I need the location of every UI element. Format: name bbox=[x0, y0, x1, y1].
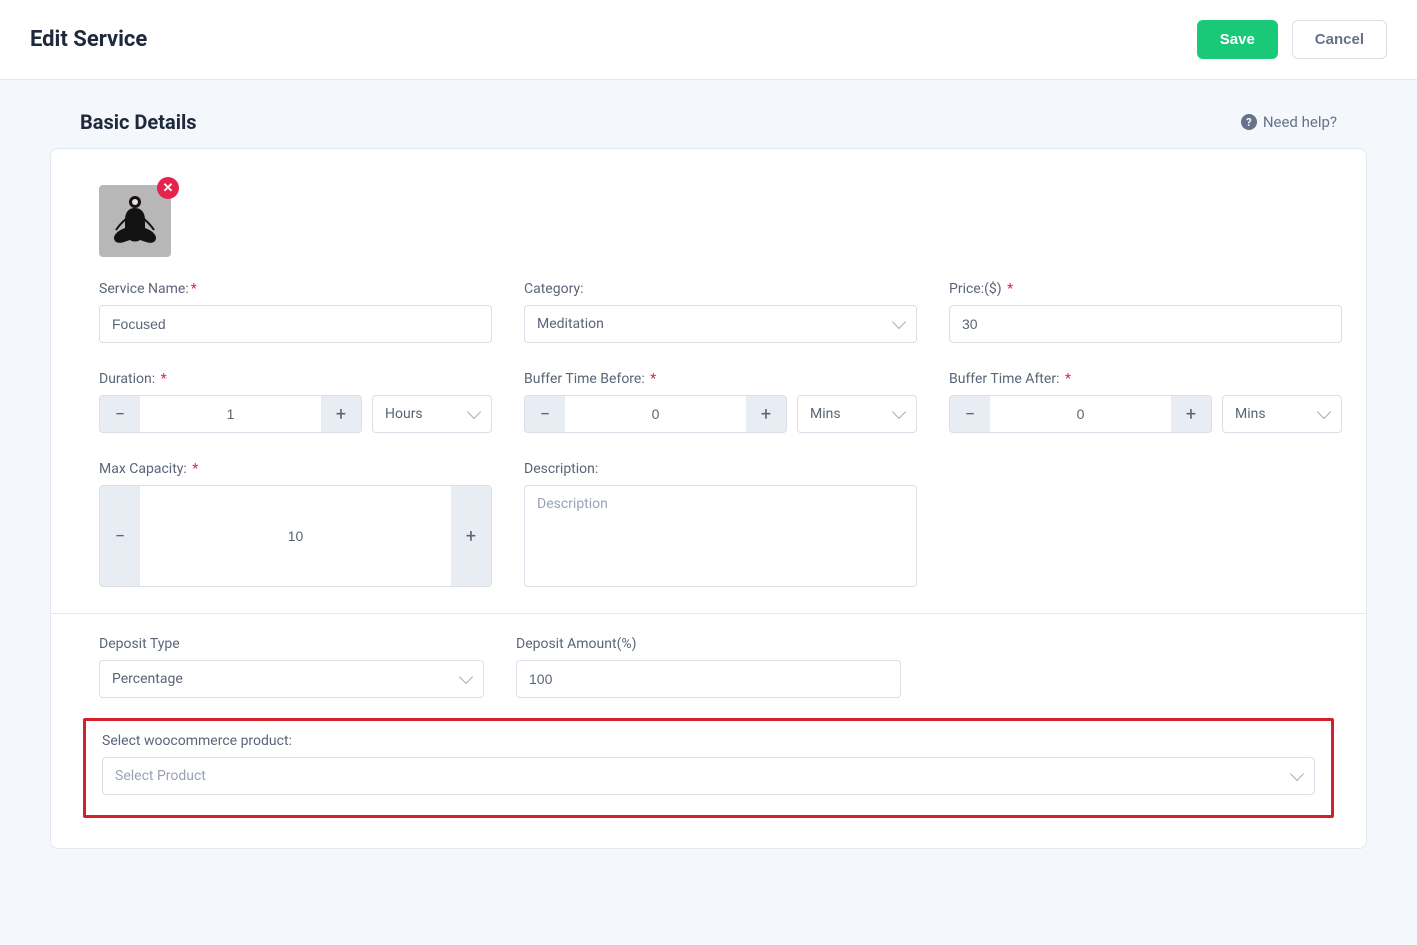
category-select[interactable]: Meditation bbox=[524, 305, 917, 343]
description-label: Description: bbox=[524, 461, 917, 477]
basic-details-card: ✕ Service Name:* Category: Meditation bbox=[50, 148, 1367, 849]
buffer-after-stepper: − + bbox=[949, 395, 1212, 433]
buffer-before-decrement[interactable]: − bbox=[525, 396, 565, 432]
deposit-amount-label: Deposit Amount(%) bbox=[516, 636, 901, 652]
chevron-down-icon bbox=[459, 670, 473, 684]
description-input[interactable] bbox=[524, 485, 917, 587]
service-image-wrap: ✕ bbox=[99, 185, 171, 257]
buffer-before-increment[interactable]: + bbox=[746, 396, 786, 432]
woocommerce-product-select[interactable]: Select Product bbox=[102, 757, 1315, 795]
save-button[interactable]: Save bbox=[1197, 20, 1278, 59]
duration-increment[interactable]: + bbox=[321, 396, 361, 432]
buffer-after-input[interactable] bbox=[990, 396, 1171, 432]
duration-label: Duration: * bbox=[99, 371, 492, 387]
duration-decrement[interactable]: − bbox=[100, 396, 140, 432]
chevron-down-icon bbox=[1290, 767, 1304, 781]
buffer-after-decrement[interactable]: − bbox=[950, 396, 990, 432]
help-icon: ? bbox=[1241, 114, 1257, 130]
buffer-before-unit-value: Mins bbox=[810, 406, 841, 422]
duration-unit-value: Hours bbox=[385, 406, 423, 422]
price-label: Price:($) * bbox=[949, 281, 1342, 297]
cancel-button[interactable]: Cancel bbox=[1292, 20, 1387, 59]
woocommerce-placeholder: Select Product bbox=[115, 768, 206, 784]
category-label: Category: bbox=[524, 281, 917, 297]
max-capacity-stepper: − + bbox=[99, 485, 492, 587]
buffer-after-unit-select[interactable]: Mins bbox=[1222, 395, 1342, 433]
deposit-type-label: Deposit Type bbox=[99, 636, 484, 652]
close-icon: ✕ bbox=[163, 181, 174, 196]
duration-stepper: − + bbox=[99, 395, 362, 433]
buffer-before-stepper: − + bbox=[524, 395, 787, 433]
max-capacity-decrement[interactable]: − bbox=[100, 486, 140, 586]
woocommerce-label: Select woocommerce product: bbox=[102, 733, 1315, 749]
service-name-input[interactable] bbox=[99, 305, 492, 343]
buffer-before-unit-select[interactable]: Mins bbox=[797, 395, 917, 433]
need-help-link[interactable]: ? Need help? bbox=[1241, 113, 1337, 131]
max-capacity-increment[interactable]: + bbox=[451, 486, 491, 586]
chevron-down-icon bbox=[892, 315, 906, 329]
buffer-after-label: Buffer Time After: * bbox=[949, 371, 1342, 387]
page-title: Edit Service bbox=[30, 27, 147, 52]
buffer-after-increment[interactable]: + bbox=[1171, 396, 1211, 432]
max-capacity-label: Max Capacity: * bbox=[99, 461, 492, 477]
service-name-label: Service Name:* bbox=[99, 281, 492, 297]
need-help-label: Need help? bbox=[1263, 113, 1337, 131]
chevron-down-icon bbox=[1317, 405, 1331, 419]
meditation-figure-icon bbox=[106, 194, 164, 248]
buffer-after-unit-value: Mins bbox=[1235, 406, 1266, 422]
deposit-amount-input[interactable] bbox=[516, 660, 901, 698]
deposit-type-select[interactable]: Percentage bbox=[99, 660, 484, 698]
woocommerce-highlight: Select woocommerce product: Select Produ… bbox=[83, 718, 1334, 818]
duration-input[interactable] bbox=[140, 396, 321, 432]
remove-image-button[interactable]: ✕ bbox=[157, 177, 179, 199]
chevron-down-icon bbox=[467, 405, 481, 419]
header-actions: Save Cancel bbox=[1197, 20, 1387, 59]
price-input[interactable] bbox=[949, 305, 1342, 343]
max-capacity-input[interactable] bbox=[140, 486, 451, 586]
buffer-before-label: Buffer Time Before: * bbox=[524, 371, 917, 387]
category-value: Meditation bbox=[537, 316, 604, 332]
chevron-down-icon bbox=[892, 405, 906, 419]
buffer-before-input[interactable] bbox=[565, 396, 746, 432]
section-title: Basic Details bbox=[80, 110, 197, 134]
deposit-type-value: Percentage bbox=[112, 671, 183, 687]
duration-unit-select[interactable]: Hours bbox=[372, 395, 492, 433]
